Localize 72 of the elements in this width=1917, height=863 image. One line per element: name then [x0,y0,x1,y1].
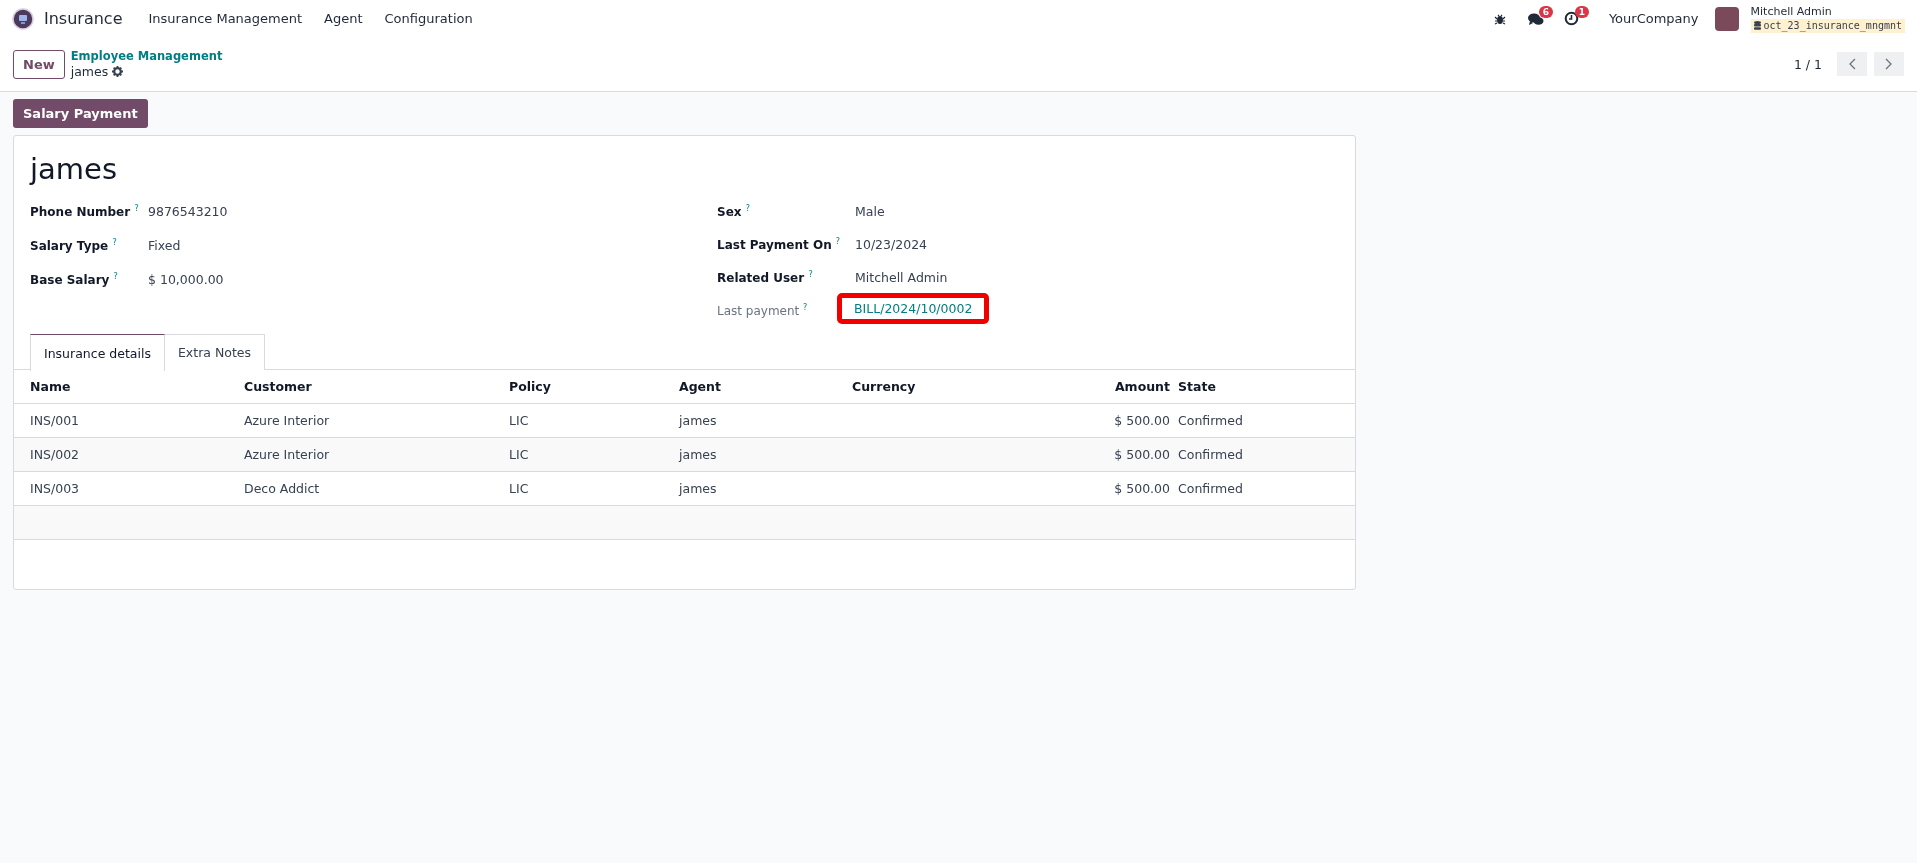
database-icon [1753,21,1761,30]
table-cell: $ 500.00 [1114,413,1170,428]
app-name[interactable]: Insurance [44,9,123,28]
field-value: Male [855,203,885,219]
table-cell: $ 500.00 [1114,447,1170,462]
column-header[interactable]: State [1174,370,1355,404]
menu-item[interactable]: Insurance Management [140,7,311,30]
menu-item[interactable]: Configuration [376,7,481,30]
column-header[interactable]: Amount [1056,370,1174,404]
table-cell: LIC [509,413,529,428]
bill-link[interactable]: BILL/2024/10/0002 [854,299,973,316]
field-value: Fixed [148,237,181,253]
database-name: oct_23_insurance_mngmnt [1750,18,1905,33]
record-title: james [28,151,119,188]
table-cell: Confirmed [1178,481,1243,496]
app-logo-icon[interactable] [12,7,34,30]
table-cell: INS/002 [30,447,80,462]
field-value: Mitchell Admin [855,269,948,285]
user-name[interactable]: Mitchell Admin [1750,4,1905,19]
table-cell: james [679,447,717,462]
field-label: Sex $^{?}$ [717,204,750,219]
help-icon[interactable]: ? [134,204,139,213]
column-header[interactable]: Agent [675,370,848,404]
table-cell: Azure Interior [244,413,330,428]
field-label: Phone Number $^{?}$ [30,204,139,219]
clock-icon[interactable] [1564,11,1580,26]
menu-item[interactable]: Agent [316,7,371,30]
tab[interactable]: Extra Notes [164,334,266,370]
table-cell: Confirmed [1178,413,1243,428]
avatar[interactable] [1714,6,1739,31]
help-icon[interactable]: ? [808,270,813,279]
field-label: Base Salary $^{?}$ [30,272,118,287]
field-label: Last payment $^{?}$ [717,303,808,318]
help-icon[interactable]: ? [803,303,808,312]
activity-count-badge: 1 [1574,5,1589,18]
new-button[interactable]: New [13,49,65,79]
field-value: 10/23/2024 [855,236,928,252]
table-cell: Confirmed [1178,447,1243,462]
table-cell: $ 500.00 [1114,481,1170,496]
chevron-right-icon [1885,58,1893,70]
bug-icon[interactable] [1493,12,1506,25]
field-label: Salary Type $^{?}$ [30,238,117,253]
table-cell: Deco Addict [244,481,320,496]
salary-payment-button[interactable]: Salary Payment [13,99,148,128]
table-cell: LIC [509,481,529,496]
table-cell: james [679,481,717,496]
help-icon[interactable]: ? [113,272,118,281]
help-icon[interactable]: ? [112,238,117,247]
help-icon[interactable]: ? [835,237,841,246]
message-count-badge: 6 [1538,5,1553,18]
column-header[interactable]: Name [14,370,240,404]
breadcrumb-link[interactable]: Employee Management [70,49,223,64]
field-value: $ 10,000.00 [148,271,224,287]
field-label: Related User $^{?}$ [717,270,813,285]
column-header[interactable]: Currency [848,370,1056,404]
chat-icon[interactable] [1527,11,1544,26]
field-label: Last Payment On $^{?}$ [717,237,841,252]
column-header[interactable]: Customer [240,370,505,404]
pager-value: 1 / 1 [1793,56,1822,72]
company-switcher[interactable]: YourCompany [1608,11,1699,26]
table-cell: LIC [509,447,529,462]
chevron-left-icon [1848,58,1856,70]
table-cell: INS/001 [30,413,80,428]
column-header[interactable]: Policy [505,370,675,404]
table-cell: Azure Interior [244,447,330,462]
table-cell: james [679,413,717,428]
record-name: james [70,64,109,79]
tab[interactable]: Insurance details [30,334,165,371]
table-cell: INS/003 [30,481,80,496]
field-value: 9876543210 [148,203,228,219]
help-icon[interactable]: ? [745,204,750,213]
gear-icon[interactable] [112,66,124,77]
